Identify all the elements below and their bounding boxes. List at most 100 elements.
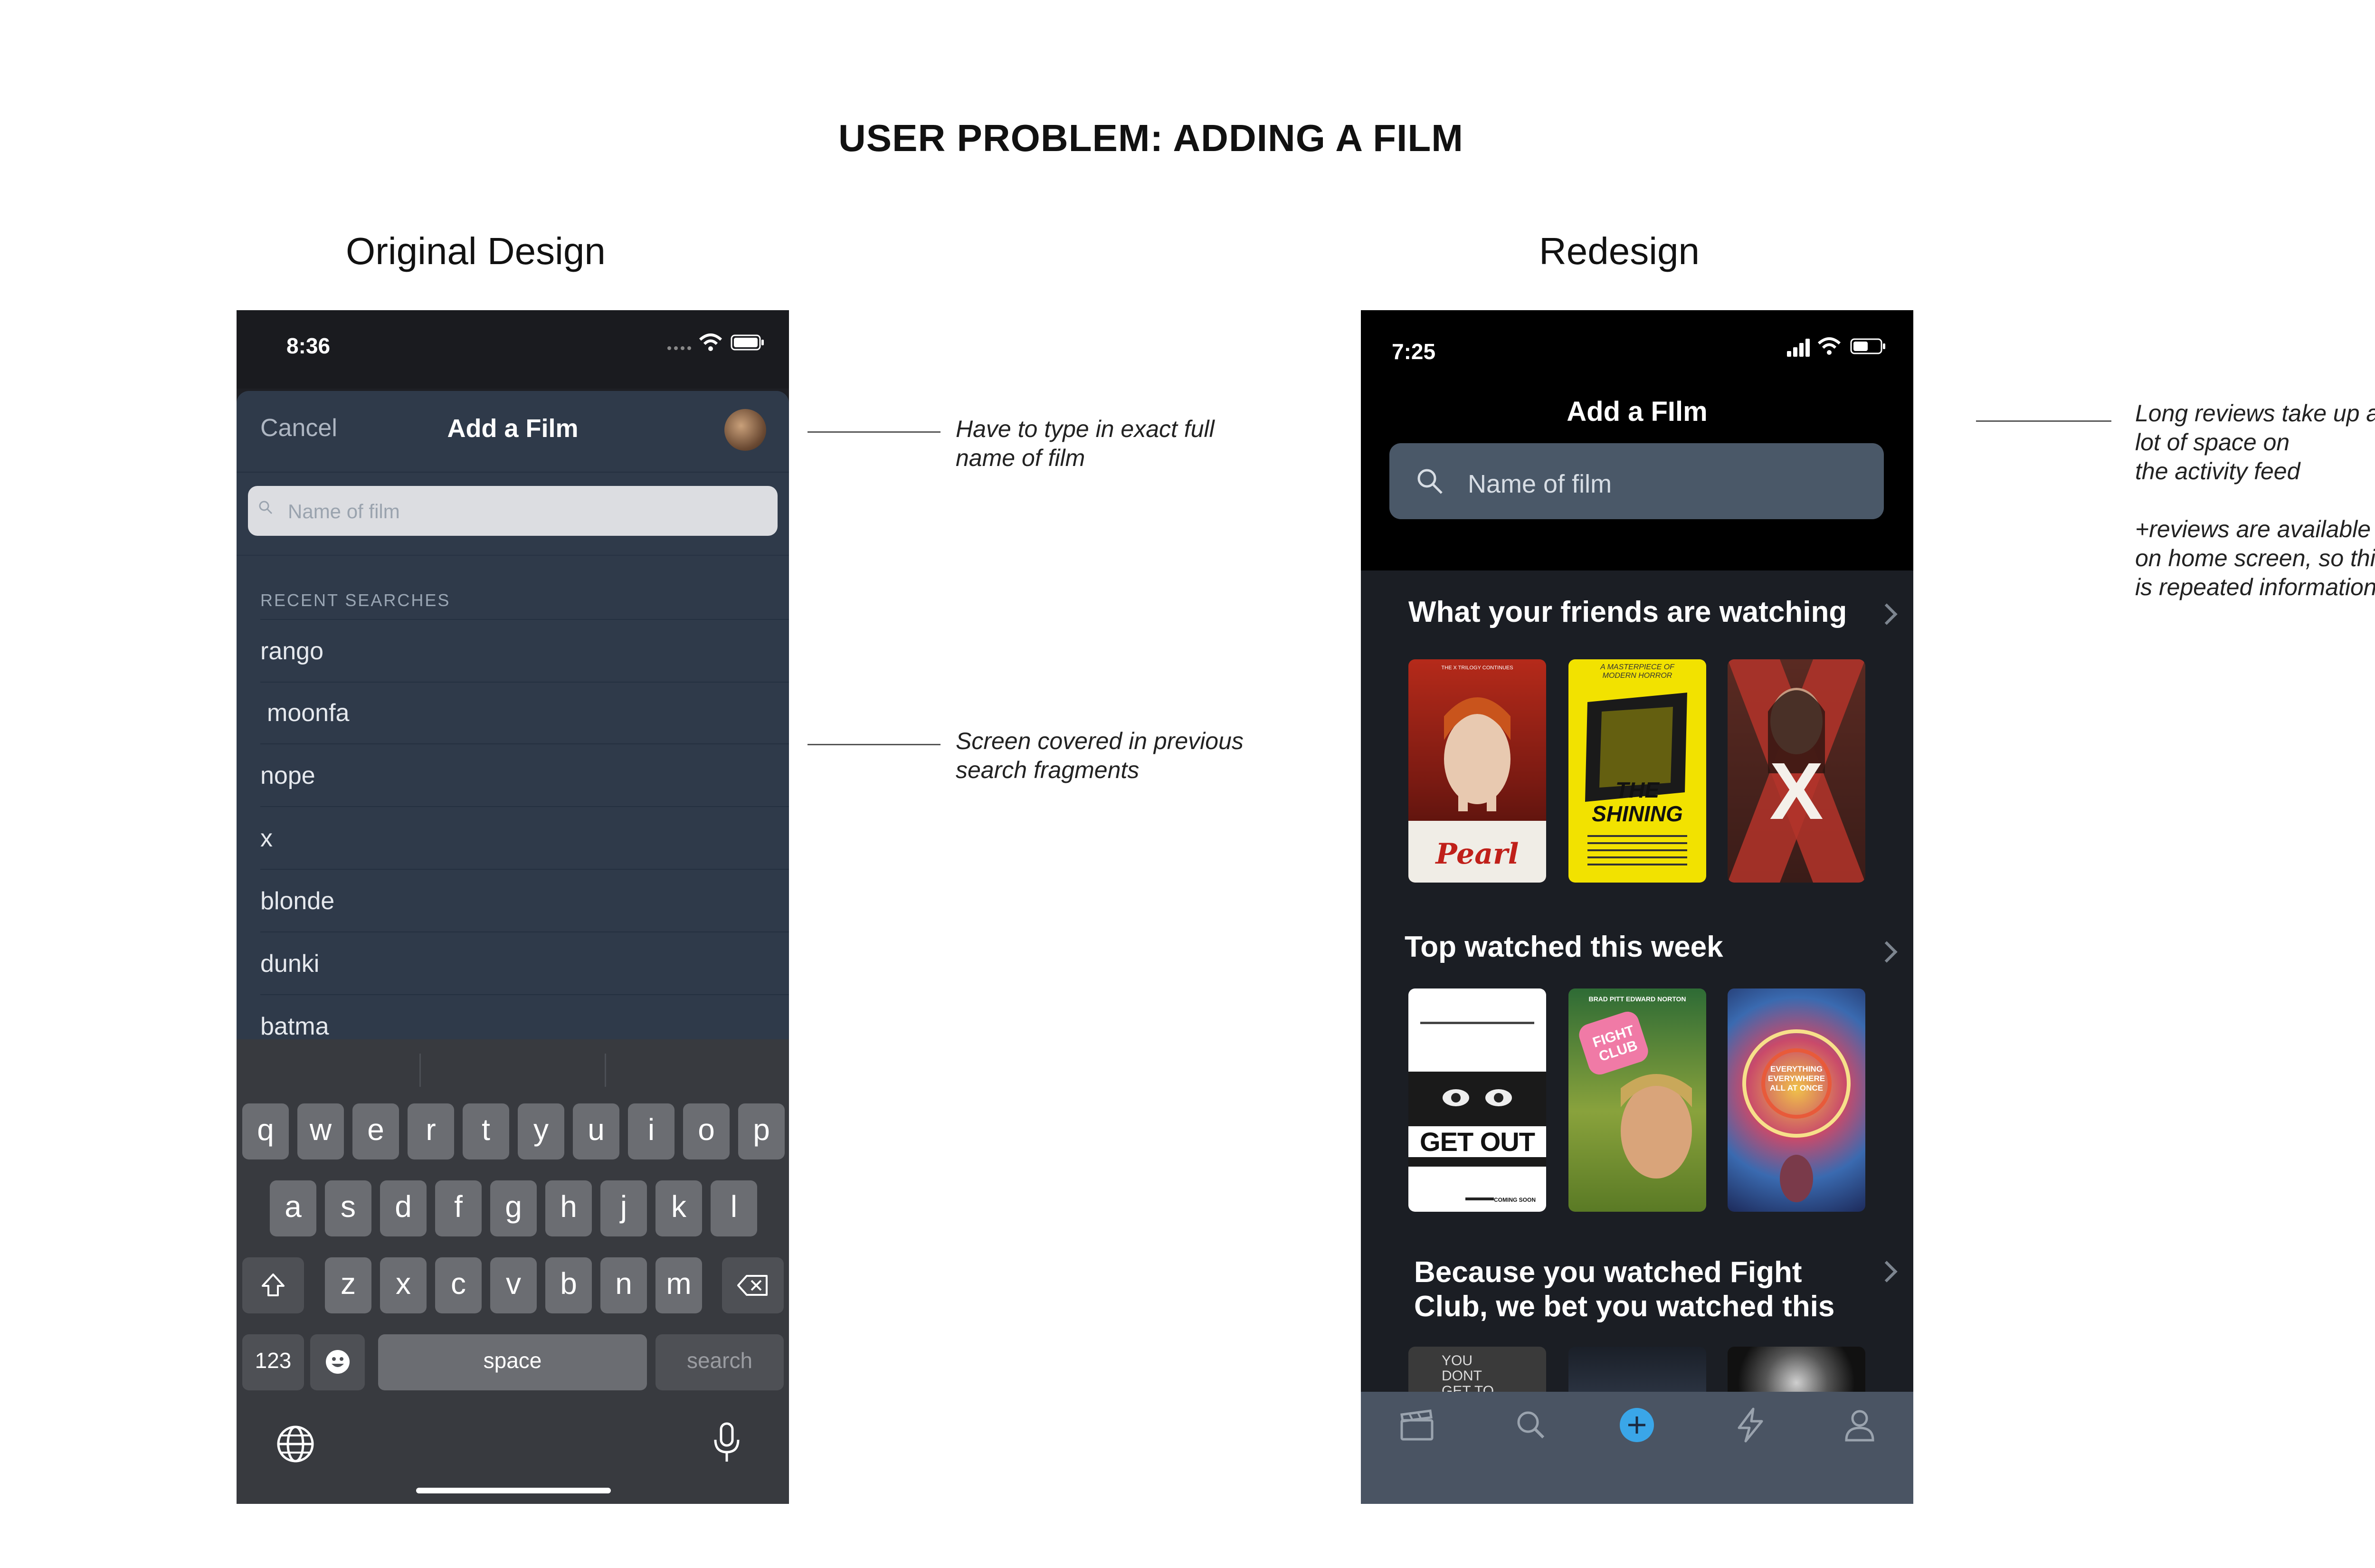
key-e[interactable]: e [352,1103,399,1159]
recent-search-item[interactable]: nope [260,744,789,807]
wifi-icon [699,333,722,351]
add-icon[interactable] [1618,1406,1656,1444]
search-placeholder: Name of film [1468,470,1612,498]
key-i[interactable]: i [628,1103,674,1159]
key-h[interactable]: h [545,1180,592,1236]
space-key[interactable]: space [378,1334,647,1390]
recent-search-text: nope [260,762,315,789]
poster-get-out[interactable]: GET OUT COMING SOON [1408,988,1546,1212]
search-icon[interactable] [1512,1406,1550,1444]
original-phone: 8:36 Cancel Add a Film Name of film RECE… [237,310,789,1504]
recent-search-item[interactable]: dunki [260,932,789,995]
key-f[interactable]: f [435,1180,482,1236]
recent-search-text: moonfa [267,699,350,727]
key-w[interactable]: w [297,1103,344,1159]
emoji-key[interactable] [310,1334,365,1390]
lightning-icon[interactable] [1731,1406,1769,1444]
shift-key[interactable] [242,1257,304,1313]
globe-icon[interactable] [276,1424,315,1464]
recent-searches-label: RECENT SEARCHES [260,590,451,610]
page-title: USER PROBLEM: ADDING A FILM [838,117,1463,159]
key-m[interactable]: m [656,1257,702,1313]
recent-search-item[interactable]: rango [260,619,789,683]
predictive-bar [237,1039,789,1096]
poster-fight-club[interactable]: BRAD PITT EDWARD NORTON FIGHT CLUB [1568,988,1706,1212]
page-header-title: Add a FIlm [1567,396,1708,427]
poster-art [1408,1022,1546,1200]
key-x[interactable]: x [380,1257,427,1313]
recent-search-text: dunki [260,950,320,978]
emoji-icon [325,1350,350,1374]
search-input[interactable]: Name of film [248,486,778,536]
key-t[interactable]: t [463,1103,509,1159]
poster-title: THE SHINING [1592,778,1683,826]
recent-search-item[interactable]: blonde [260,870,789,932]
key-p[interactable]: p [738,1103,785,1159]
recent-search-text: blonde [260,887,335,915]
poster-title: YOU DONT GET TO [1442,1353,1494,1392]
poster-everything-everywhere[interactable]: EVERYTHING EVERYWHERE ALL AT ONCE [1728,988,1865,1212]
status-time: 7:25 [1392,339,1436,364]
key-z[interactable]: z [325,1257,371,1313]
key-q[interactable]: q [242,1103,289,1159]
key-y[interactable]: y [518,1103,564,1159]
key-n[interactable]: n [600,1257,647,1313]
backspace-key[interactable] [722,1257,784,1313]
status-bar: 8:36 [237,310,789,389]
poster-title: Pearl [1435,837,1519,871]
backspace-icon [737,1275,768,1296]
annotation-long-reviews: Long reviews take up a lot of space on t… [2135,400,2375,600]
poster-portrait[interactable] [1728,1347,1865,1392]
nav-title: Add a Film [447,414,579,443]
key-o[interactable]: o [683,1103,730,1159]
search-key[interactable]: search [656,1334,784,1390]
signal-dots-icon [667,346,691,350]
key-l[interactable]: l [711,1180,757,1236]
annotation-line-3 [1976,420,2111,422]
search-input[interactable]: Name of film [1389,443,1884,519]
recent-search-item[interactable]: x [260,807,789,870]
poster-you-dont-get-to[interactable]: YOU DONT GET TO [1408,1347,1546,1392]
poster-art [1585,693,1687,865]
poster-dark-scene[interactable] [1568,1347,1706,1392]
key-u[interactable]: u [573,1103,619,1159]
avatar[interactable] [724,409,766,451]
status-time: 8:36 [286,333,331,358]
battery-icon [1850,338,1885,354]
header: 7:25 Add a FIlm Name of film [1361,310,1913,570]
microphone-icon[interactable] [712,1422,742,1464]
battery-icon [731,334,764,351]
key-j[interactable]: j [600,1180,647,1236]
key-a[interactable]: a [270,1180,316,1236]
clapperboard-icon[interactable] [1398,1406,1436,1444]
poster-the-shining[interactable]: A MASTERPIECE OF MODERN HORROR THE SHINI… [1568,659,1706,883]
numbers-key[interactable]: 123 [242,1334,304,1390]
key-v[interactable]: v [490,1257,537,1313]
search-icon [259,501,273,514]
key-d[interactable]: d [380,1180,427,1236]
key-k[interactable]: k [656,1180,702,1236]
section-top-watched[interactable]: Top watched this week [1405,930,1723,964]
key-s[interactable]: s [325,1180,371,1236]
key-r[interactable]: r [408,1103,454,1159]
nav-bar: Cancel Add a Film [237,391,789,473]
annotation-search-fragments: Screen covered in previous search fragme… [956,728,1244,783]
chevron-right-icon[interactable] [1876,1261,1898,1283]
chevron-right-icon[interactable] [1876,603,1898,625]
chevron-right-icon[interactable] [1876,941,1898,963]
home-indicator [416,1488,611,1493]
poster-tagline: THE X TRILOGY CONTINUES [1441,665,1513,671]
poster-title: EVERYTHING EVERYWHERE ALL AT ONCE [1767,1064,1825,1093]
profile-icon[interactable] [1841,1406,1879,1444]
section-friends-watching[interactable]: What your friends are watching [1408,595,1847,629]
poster-title: GET OUT [1408,1126,1546,1157]
key-g[interactable]: g [490,1180,537,1236]
poster-pearl[interactable]: THE X TRILOGY CONTINUES Pearl [1408,659,1546,883]
annotation-exact-name: Have to type in exact full name of film [956,416,1215,471]
key-c[interactable]: c [435,1257,482,1313]
recent-search-item[interactable]: moonfa [260,682,789,744]
recent-search-text: rango [260,637,323,665]
key-b[interactable]: b [545,1257,592,1313]
poster-x[interactable]: X [1728,659,1865,883]
section-because-watched[interactable]: Because you watched Fight Club, we bet y… [1414,1255,1834,1324]
